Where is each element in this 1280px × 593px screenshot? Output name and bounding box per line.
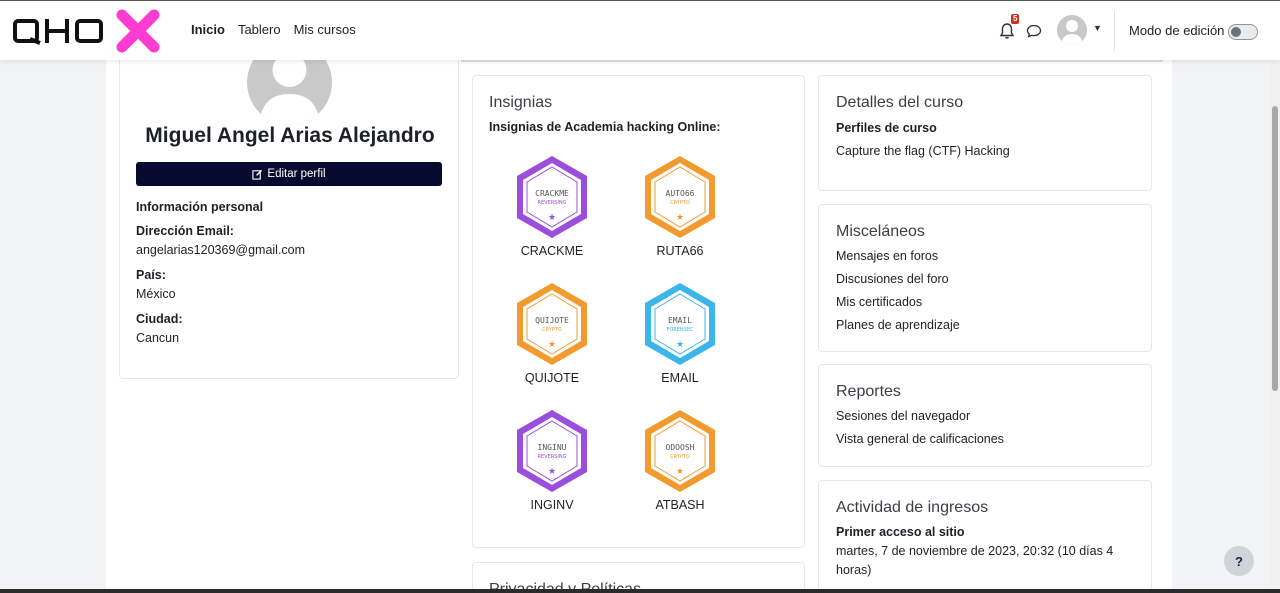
edit-profile-button[interactable]: Editar perfil <box>136 162 442 186</box>
notification-bell-icon[interactable] <box>998 22 1016 40</box>
edit-mode-toggle[interactable] <box>1228 24 1258 40</box>
first-access-value: martes, 7 de noviembre de 2023, 20:32 (1… <box>836 544 1114 558</box>
course-details-title: Detalles del curso <box>836 94 964 111</box>
badge-top-text: AUTO66 <box>666 189 695 198</box>
city-value: Cancun <box>136 331 180 345</box>
badge-name: RUTA66 <box>656 244 704 258</box>
badges-title: Insignias <box>489 94 553 111</box>
badge-top-text: QUIJOTE <box>535 316 569 325</box>
site-logo[interactable] <box>12 9 162 53</box>
toggle-knob <box>1231 27 1241 37</box>
messages-icon[interactable] <box>1026 23 1042 39</box>
chevron-down-icon[interactable]: ▼ <box>1093 23 1102 33</box>
profile-name: Miguel Angel Arias Alejandro <box>145 124 435 147</box>
badge-top-text: CRACKME <box>535 189 569 198</box>
badge-name: INGINV <box>530 498 574 512</box>
badges-card: Insignias Insignias de Academia hacking … <box>472 75 805 548</box>
badge-bottom-text: CRYPTO <box>670 200 690 206</box>
badge-bottom-text: FORENSEC <box>666 327 694 333</box>
page-scrollbar[interactable] <box>1270 60 1280 593</box>
reports-link-grades-overview[interactable]: Vista general de calificaciones <box>836 432 1004 446</box>
edit-icon <box>252 169 263 180</box>
badge-item[interactable]: INGINU REVERSING ★ INGINV <box>497 408 607 512</box>
course-profiles-label: Perfiles de curso <box>836 121 937 135</box>
badge-name: CRACKME <box>520 244 584 258</box>
badge-item[interactable]: QUIJOTE CRYPTO ★ QUIJOTE <box>497 281 607 385</box>
badge-item[interactable]: ODOOSH CRYPTO ★ ATBASH <box>625 408 735 512</box>
badge-item[interactable]: CRACKME REVERSING ★ CRACKME <box>497 154 607 258</box>
user-silhouette-icon <box>1061 20 1083 45</box>
badge-top-text: EMAIL <box>668 316 692 325</box>
badge-bottom-text: REVERSING <box>538 200 567 206</box>
scrollbar-thumb[interactable] <box>1272 106 1278 391</box>
nav-link-inicio[interactable]: Inicio <box>191 22 225 37</box>
help-icon: ? <box>1235 553 1243 569</box>
country-value: México <box>136 287 176 301</box>
top-navbar: Inicio Tablero Mis cursos 5 ▼ Modo de ed… <box>0 0 1280 60</box>
svg-text:★: ★ <box>548 212 556 222</box>
edit-mode-label: Modo de edición <box>1129 23 1225 38</box>
nav-link-mis-cursos[interactable]: Mis cursos <box>294 22 356 37</box>
badge-item[interactable]: AUTO66 CRYPTO ★ RUTA66 <box>625 154 735 258</box>
personal-info-heading: Información personal <box>136 200 264 214</box>
crackme-badge-icon: CRACKME REVERSING ★ <box>517 156 587 238</box>
badge-name: EMAIL <box>661 371 699 385</box>
user-avatar[interactable] <box>1057 15 1087 45</box>
badge-top-text: ODOOSH <box>666 443 695 452</box>
help-button[interactable]: ? <box>1224 546 1254 576</box>
atbash-badge-icon: ODOOSH CRYPTO ★ <box>645 410 715 492</box>
first-access-value-cont: horas) <box>836 563 872 577</box>
course-details-card: Detalles del curso Perfiles de curso Cap… <box>818 75 1152 191</box>
misc-link-certificates[interactable]: Mis certificados <box>836 295 922 309</box>
badge-bottom-text: CRYPTO <box>670 454 690 460</box>
badge-name: ATBASH <box>655 498 705 512</box>
misc-card: Misceláneos Mensajes en foros Discusione… <box>818 204 1152 352</box>
email-value: angelarias120369@gmail.com <box>136 243 306 257</box>
login-activity-card: Actividad de ingresos Primer acceso al s… <box>818 480 1152 593</box>
badge-bottom-text: CRYPTO <box>542 327 562 333</box>
reports-title: Reportes <box>836 383 901 400</box>
badge-top-text: INGINU <box>538 443 567 452</box>
inginv-badge-icon: INGINU REVERSING ★ <box>517 410 587 492</box>
country-label: País: <box>136 268 166 282</box>
login-activity-title: Actividad de ingresos <box>836 499 989 516</box>
badge-bottom-text: REVERSING <box>538 454 567 460</box>
badge-item[interactable]: EMAIL FORENSEC ★ EMAIL <box>625 281 735 385</box>
navbar-divider <box>1114 11 1115 51</box>
ruta66-badge-icon: AUTO66 CRYPTO ★ <box>645 156 715 238</box>
misc-link-learning-plans[interactable]: Planes de aprendizaje <box>836 318 960 332</box>
section-divider <box>461 60 1163 62</box>
reports-card: Reportes Sesiones del navegador Vista ge… <box>818 364 1152 467</box>
edit-profile-label: Editar perfil <box>267 168 326 180</box>
email-badge-icon: EMAIL FORENSEC ★ <box>645 283 715 365</box>
misc-link-forum-discussions[interactable]: Discusiones del foro <box>836 272 949 286</box>
course-link[interactable]: Capture the flag (CTF) Hacking <box>836 144 1010 158</box>
bottom-edge <box>0 589 1280 593</box>
primary-navigation: Inicio Tablero Mis cursos <box>191 22 356 37</box>
badges-subtitle: Insignias de Academia hacking Online: <box>489 120 721 134</box>
svg-text:★: ★ <box>548 466 556 476</box>
misc-link-forum-posts[interactable]: Mensajes en foros <box>836 249 938 263</box>
misc-title: Misceláneos <box>836 223 925 240</box>
quijote-badge-icon: QUIJOTE CRYPTO ★ <box>517 283 587 365</box>
svg-text:★: ★ <box>676 339 684 349</box>
badge-name: QUIJOTE <box>524 371 580 385</box>
svg-text:★: ★ <box>676 466 684 476</box>
city-label: Ciudad: <box>136 312 183 326</box>
svg-text:★: ★ <box>548 339 556 349</box>
svg-text:★: ★ <box>676 212 684 222</box>
first-access-label: Primer acceso al sitio <box>836 525 965 539</box>
reports-link-browser-sessions[interactable]: Sesiones del navegador <box>836 409 970 423</box>
profile-card: Miguel Angel Arias Alejandro Editar perf… <box>119 40 459 379</box>
notification-count-badge: 5 <box>1011 14 1020 24</box>
nav-link-tablero[interactable]: Tablero <box>238 22 281 37</box>
email-label: Dirección Email: <box>136 224 234 238</box>
